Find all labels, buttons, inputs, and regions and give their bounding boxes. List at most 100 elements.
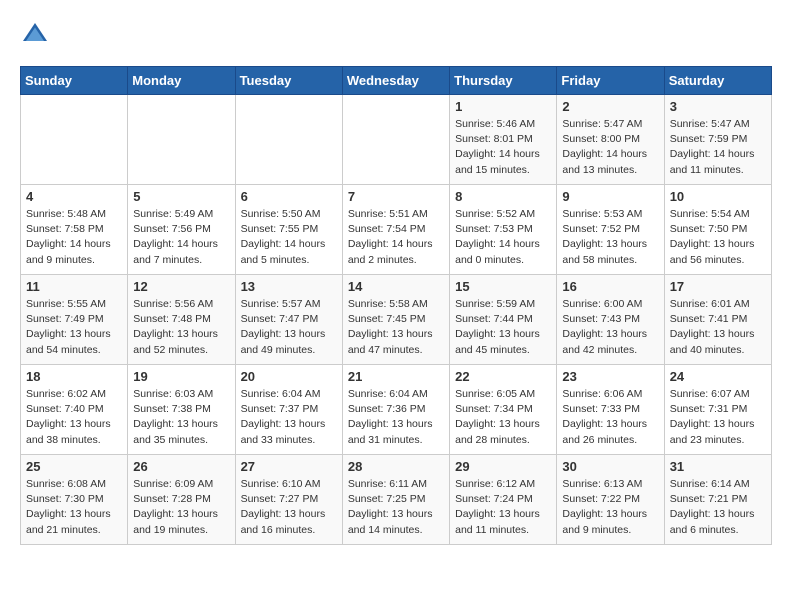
day-info: Sunrise: 6:08 AM Sunset: 7:30 PM Dayligh… (26, 477, 122, 538)
calendar-cell: 31 Sunrise: 6:14 AM Sunset: 7:21 PM Dayli… (664, 455, 771, 545)
calendar-cell: 12 Sunrise: 5:56 AM Sunset: 7:48 PM Dayli… (128, 275, 235, 365)
calendar-week-row: 4 Sunrise: 5:48 AM Sunset: 7:58 PM Daylig… (21, 185, 772, 275)
day-number: 30 (562, 459, 658, 474)
day-info: Sunrise: 6:14 AM Sunset: 7:21 PM Dayligh… (670, 477, 766, 538)
weekday-header-tuesday: Tuesday (235, 67, 342, 95)
calendar-cell: 29 Sunrise: 6:12 AM Sunset: 7:24 PM Dayli… (450, 455, 557, 545)
day-number: 22 (455, 369, 551, 384)
day-number: 1 (455, 99, 551, 114)
day-number: 8 (455, 189, 551, 204)
day-number: 10 (670, 189, 766, 204)
day-info: Sunrise: 6:04 AM Sunset: 7:37 PM Dayligh… (241, 387, 337, 448)
calendar-cell: 1Sunrise: 5:46 AM Sunset: 8:01 PM Daylig… (450, 95, 557, 185)
day-number: 14 (348, 279, 444, 294)
day-info: Sunrise: 5:56 AM Sunset: 7:48 PM Dayligh… (133, 297, 229, 358)
calendar-cell (128, 95, 235, 185)
calendar-cell: 3 Sunrise: 5:47 AM Sunset: 7:59 PM Daylig… (664, 95, 771, 185)
day-info: Sunrise: 6:03 AM Sunset: 7:38 PM Dayligh… (133, 387, 229, 448)
day-info: Sunrise: 6:10 AM Sunset: 7:27 PM Dayligh… (241, 477, 337, 538)
day-number: 17 (670, 279, 766, 294)
weekday-header-sunday: Sunday (21, 67, 128, 95)
calendar-cell (342, 95, 449, 185)
calendar-cell: 2 Sunrise: 5:47 AM Sunset: 8:00 PM Daylig… (557, 95, 664, 185)
calendar-week-row: 18 Sunrise: 6:02 AM Sunset: 7:40 PM Dayli… (21, 365, 772, 455)
day-number: 29 (455, 459, 551, 474)
day-info: Sunrise: 5:57 AM Sunset: 7:47 PM Dayligh… (241, 297, 337, 358)
day-number: 7 (348, 189, 444, 204)
day-info: Sunrise: 5:58 AM Sunset: 7:45 PM Dayligh… (348, 297, 444, 358)
calendar-cell: 14 Sunrise: 5:58 AM Sunset: 7:45 PM Dayli… (342, 275, 449, 365)
day-info: Sunrise: 6:12 AM Sunset: 7:24 PM Dayligh… (455, 477, 551, 538)
logo (20, 20, 54, 50)
day-info: Sunrise: 5:48 AM Sunset: 7:58 PM Dayligh… (26, 207, 122, 268)
calendar-cell (235, 95, 342, 185)
day-number: 4 (26, 189, 122, 204)
day-info: Sunrise: 5:50 AM Sunset: 7:55 PM Dayligh… (241, 207, 337, 268)
calendar-cell: 23Sunrise: 6:06 AM Sunset: 7:33 PM Dayli… (557, 365, 664, 455)
day-number: 16 (562, 279, 658, 294)
day-number: 3 (670, 99, 766, 114)
day-info: Sunrise: 6:05 AM Sunset: 7:34 PM Dayligh… (455, 387, 551, 448)
calendar-cell: 24 Sunrise: 6:07 AM Sunset: 7:31 PM Dayli… (664, 365, 771, 455)
weekday-header-wednesday: Wednesday (342, 67, 449, 95)
day-info: Sunrise: 6:04 AM Sunset: 7:36 PM Dayligh… (348, 387, 444, 448)
calendar-cell: 8Sunrise: 5:52 AM Sunset: 7:53 PM Daylig… (450, 185, 557, 275)
day-info: Sunrise: 6:11 AM Sunset: 7:25 PM Dayligh… (348, 477, 444, 538)
page-header (20, 20, 772, 50)
day-number: 13 (241, 279, 337, 294)
weekday-header-friday: Friday (557, 67, 664, 95)
day-number: 11 (26, 279, 122, 294)
calendar-cell: 10Sunrise: 5:54 AM Sunset: 7:50 PM Dayli… (664, 185, 771, 275)
day-number: 27 (241, 459, 337, 474)
calendar-week-row: 11Sunrise: 5:55 AM Sunset: 7:49 PM Dayli… (21, 275, 772, 365)
day-number: 6 (241, 189, 337, 204)
weekday-header-thursday: Thursday (450, 67, 557, 95)
day-number: 21 (348, 369, 444, 384)
day-number: 15 (455, 279, 551, 294)
day-info: Sunrise: 5:53 AM Sunset: 7:52 PM Dayligh… (562, 207, 658, 268)
calendar-cell: 25Sunrise: 6:08 AM Sunset: 7:30 PM Dayli… (21, 455, 128, 545)
calendar-cell: 28 Sunrise: 6:11 AM Sunset: 7:25 PM Dayli… (342, 455, 449, 545)
calendar-header-row: SundayMondayTuesdayWednesdayThursdayFrid… (21, 67, 772, 95)
day-info: Sunrise: 5:47 AM Sunset: 7:59 PM Dayligh… (670, 117, 766, 178)
calendar-cell: 5 Sunrise: 5:49 AM Sunset: 7:56 PM Daylig… (128, 185, 235, 275)
day-info: Sunrise: 5:47 AM Sunset: 8:00 PM Dayligh… (562, 117, 658, 178)
calendar-cell: 26 Sunrise: 6:09 AM Sunset: 7:28 PM Dayli… (128, 455, 235, 545)
day-info: Sunrise: 5:51 AM Sunset: 7:54 PM Dayligh… (348, 207, 444, 268)
day-number: 20 (241, 369, 337, 384)
day-info: Sunrise: 6:01 AM Sunset: 7:41 PM Dayligh… (670, 297, 766, 358)
day-info: Sunrise: 5:59 AM Sunset: 7:44 PM Dayligh… (455, 297, 551, 358)
day-info: Sunrise: 6:09 AM Sunset: 7:28 PM Dayligh… (133, 477, 229, 538)
day-number: 28 (348, 459, 444, 474)
calendar-cell: 4 Sunrise: 5:48 AM Sunset: 7:58 PM Daylig… (21, 185, 128, 275)
day-number: 12 (133, 279, 229, 294)
calendar-cell: 16 Sunrise: 6:00 AM Sunset: 7:43 PM Dayli… (557, 275, 664, 365)
day-info: Sunrise: 6:07 AM Sunset: 7:31 PM Dayligh… (670, 387, 766, 448)
calendar-table: SundayMondayTuesdayWednesdayThursdayFrid… (20, 66, 772, 545)
day-number: 2 (562, 99, 658, 114)
day-number: 5 (133, 189, 229, 204)
calendar-cell: 9 Sunrise: 5:53 AM Sunset: 7:52 PM Daylig… (557, 185, 664, 275)
calendar-cell: 17 Sunrise: 6:01 AM Sunset: 7:41 PM Dayli… (664, 275, 771, 365)
calendar-cell: 30Sunrise: 6:13 AM Sunset: 7:22 PM Dayli… (557, 455, 664, 545)
day-number: 31 (670, 459, 766, 474)
calendar-cell: 18 Sunrise: 6:02 AM Sunset: 7:40 PM Dayli… (21, 365, 128, 455)
day-info: Sunrise: 5:49 AM Sunset: 7:56 PM Dayligh… (133, 207, 229, 268)
calendar-cell: 19Sunrise: 6:03 AM Sunset: 7:38 PM Dayli… (128, 365, 235, 455)
day-number: 24 (670, 369, 766, 384)
day-info: Sunrise: 6:02 AM Sunset: 7:40 PM Dayligh… (26, 387, 122, 448)
day-number: 9 (562, 189, 658, 204)
calendar-cell: 13 Sunrise: 5:57 AM Sunset: 7:47 PM Dayli… (235, 275, 342, 365)
day-number: 18 (26, 369, 122, 384)
day-info: Sunrise: 6:06 AM Sunset: 7:33 PM Dayligh… (562, 387, 658, 448)
calendar-cell: 7 Sunrise: 5:51 AM Sunset: 7:54 PM Daylig… (342, 185, 449, 275)
calendar-cell: 6 Sunrise: 5:50 AM Sunset: 7:55 PM Daylig… (235, 185, 342, 275)
calendar-cell: 20 Sunrise: 6:04 AM Sunset: 7:37 PM Dayli… (235, 365, 342, 455)
calendar-cell: 22 Sunrise: 6:05 AM Sunset: 7:34 PM Dayli… (450, 365, 557, 455)
day-info: Sunrise: 6:00 AM Sunset: 7:43 PM Dayligh… (562, 297, 658, 358)
calendar-cell: 15 Sunrise: 5:59 AM Sunset: 7:44 PM Dayli… (450, 275, 557, 365)
calendar-cell (21, 95, 128, 185)
calendar-cell: 21 Sunrise: 6:04 AM Sunset: 7:36 PM Dayli… (342, 365, 449, 455)
day-number: 26 (133, 459, 229, 474)
logo-icon (20, 20, 50, 50)
